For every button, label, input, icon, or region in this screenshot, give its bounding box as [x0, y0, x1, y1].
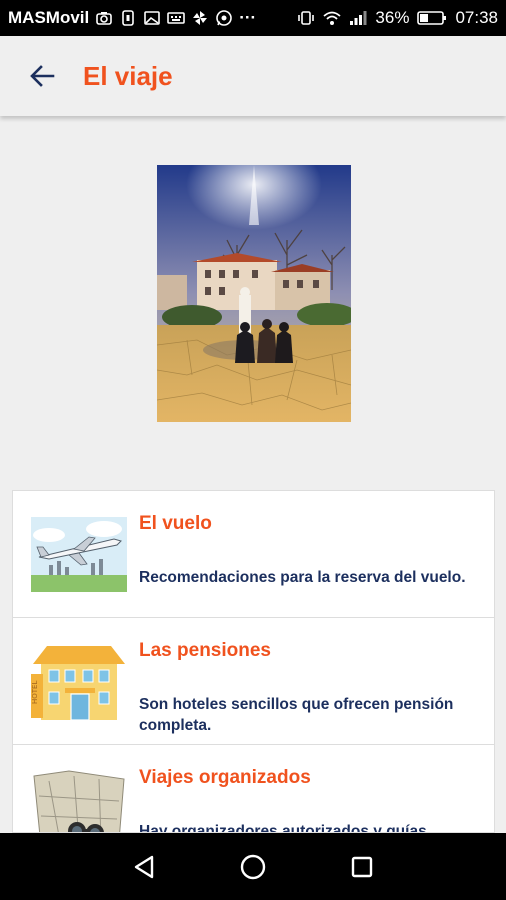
clock: 07:38: [455, 8, 498, 27]
circle-home-icon: [240, 854, 266, 879]
card-title: El vuelo: [139, 513, 212, 534]
card-title: Las pensiones: [139, 640, 271, 661]
nav-home-button[interactable]: [231, 845, 275, 889]
more-notifications: ···: [239, 8, 257, 27]
wifi-icon: [323, 9, 342, 27]
whatsapp-icon: [215, 9, 233, 27]
svg-text:HOTEL: HOTEL: [31, 681, 39, 704]
hero-image: [157, 165, 351, 422]
airplane-icon: [29, 507, 129, 597]
vibrate-icon: [297, 9, 315, 27]
page-title: El viaje: [83, 60, 173, 91]
card-description: Son hoteles sencillos que ofrecen pensió…: [139, 696, 454, 734]
battery-percent: 36%: [375, 8, 410, 27]
status-bar: MASMovil ··· 36% 07:38: [0, 0, 506, 36]
camera-icon: [95, 9, 113, 27]
topic-list: El vuelo Recomendaciones para la reserva…: [12, 490, 495, 833]
carrier-name: MASMovil: [8, 8, 90, 27]
card-las-pensiones[interactable]: HOTEL Las pensiones Son hoteles sencillo…: [13, 618, 494, 745]
card-viajes-organizados[interactable]: Viajes organizados Hay organizadores aut…: [13, 745, 494, 833]
hotel-icon: HOTEL: [29, 634, 129, 724]
battery-icon: [417, 9, 447, 27]
card-description: Recomendaciones para la reserva del vuel…: [139, 569, 466, 586]
pinwheel-icon: [191, 9, 209, 27]
nav-back-button[interactable]: [122, 845, 166, 889]
back-button[interactable]: [22, 56, 62, 96]
triangle-back-icon: [135, 855, 154, 878]
navigation-bar: [0, 833, 506, 900]
keyboard-icon: [167, 9, 186, 27]
nav-recents-button[interactable]: [340, 845, 384, 889]
card-title: Viajes organizados: [139, 767, 311, 788]
signal-icon: [349, 9, 367, 27]
square-recents-icon: [351, 856, 372, 877]
arrow-back-icon: [30, 65, 55, 87]
map-icon: [29, 761, 129, 832]
sim-icon: [119, 9, 137, 27]
card-el-vuelo[interactable]: El vuelo Recomendaciones para la reserva…: [13, 491, 494, 618]
image-icon: [143, 9, 161, 27]
card-description: Hay organizadores autorizados y guías: [139, 823, 427, 833]
app-bar: El viaje: [0, 36, 506, 116]
